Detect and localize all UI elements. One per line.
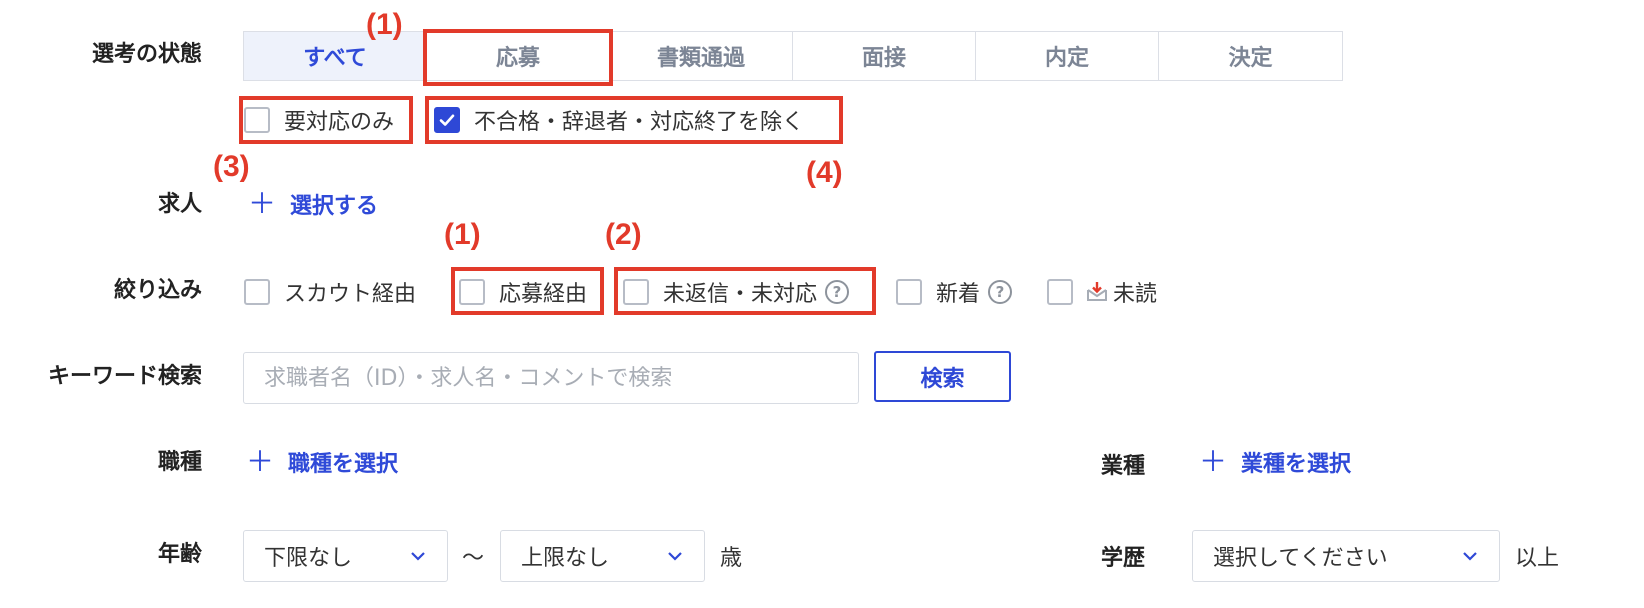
new-arrival-label: 新着 — [936, 282, 981, 307]
age-max-value: 上限なし — [521, 546, 610, 571]
mail-download-icon — [1085, 280, 1109, 304]
education-label: 学歴 — [1101, 546, 1146, 571]
unreplied-checkbox[interactable]: 未返信・未対応 ? — [623, 276, 850, 308]
search-button[interactable]: 検索 — [874, 351, 1011, 402]
keyword-label: キーワード検索 — [47, 364, 202, 389]
occupation-label: 職種 — [157, 450, 202, 475]
checkbox-box[interactable] — [623, 279, 649, 305]
plus-icon: ＋ — [1199, 445, 1228, 478]
checkbox-box[interactable] — [1047, 279, 1073, 305]
checkbox-box[interactable] — [244, 107, 270, 133]
check-icon[interactable] — [434, 107, 460, 133]
annotation-marker: (2) — [605, 218, 642, 251]
unreplied-label: 未返信・未対応 — [663, 282, 818, 307]
tab-interview[interactable]: 面接 — [793, 32, 976, 80]
jobs-label: 求人 — [157, 192, 202, 217]
annotation-marker: (1) — [366, 8, 403, 41]
keyword-search-input[interactable] — [243, 352, 859, 404]
education-value: 選択してください — [1213, 546, 1388, 571]
age-min-value: 下限なし — [264, 546, 353, 571]
age-max-select[interactable]: 上限なし — [500, 530, 705, 582]
needs-action-label: 要対応のみ — [284, 110, 395, 135]
education-suffix: 以上 — [1515, 546, 1560, 571]
education-select[interactable]: 選択してください — [1192, 530, 1500, 582]
scout-route-checkbox[interactable]: スカウト経由 — [244, 276, 416, 308]
select-occupation-label: 職種を選択 — [288, 452, 399, 477]
plus-icon: ＋ — [248, 187, 277, 220]
help-circle-icon[interactable]: ? — [988, 280, 1013, 304]
chevron-down-icon — [668, 552, 682, 561]
age-range-separator: 〜 — [462, 546, 485, 571]
chevron-down-icon — [411, 552, 425, 561]
tab-offer[interactable]: 内定 — [976, 32, 1159, 80]
annotation-marker: (3) — [213, 150, 250, 183]
select-industry-button[interactable]: ＋ 業種を選択 — [1199, 446, 1351, 478]
select-jobs-button[interactable]: ＋ 選択する — [248, 188, 378, 220]
exclude-rejected-checkbox[interactable]: 不合格・辞退者・対応終了を除く — [434, 104, 804, 136]
select-jobs-label: 選択する — [290, 194, 379, 219]
age-unit: 歳 — [720, 546, 743, 571]
needs-action-checkbox[interactable]: 要対応のみ — [244, 104, 394, 136]
application-route-checkbox[interactable]: 応募経由 — [459, 276, 587, 308]
chevron-down-icon — [1463, 552, 1477, 561]
select-industry-label: 業種を選択 — [1241, 452, 1352, 477]
scout-route-label: スカウト経由 — [284, 282, 417, 307]
status-filter-label: 選考の状態 — [91, 42, 202, 67]
status-tabs: すべて 応募 書類通過 面接 内定 決定 — [243, 31, 1343, 81]
exclude-rejected-label: 不合格・辞退者・対応終了を除く — [474, 110, 805, 135]
application-route-label: 応募経由 — [499, 282, 588, 307]
checkbox-box[interactable] — [459, 279, 485, 305]
help-circle-icon[interactable]: ? — [825, 280, 850, 304]
checkbox-box[interactable] — [244, 279, 270, 305]
unread-checkbox[interactable]: 未読 — [1047, 276, 1157, 308]
tab-document-passed[interactable]: 書類通過 — [610, 32, 793, 80]
unread-label: 未読 — [1113, 282, 1158, 307]
annotation-marker: (4) — [806, 156, 843, 189]
industry-label: 業種 — [1101, 454, 1146, 479]
annotation-marker: (1) — [444, 218, 481, 251]
age-label: 年齢 — [157, 542, 202, 567]
plus-icon: ＋ — [246, 445, 275, 478]
age-min-select[interactable]: 下限なし — [243, 530, 448, 582]
tab-applied[interactable]: 応募 — [427, 32, 610, 80]
select-occupation-button[interactable]: ＋ 職種を選択 — [246, 446, 398, 478]
checkbox-box[interactable] — [896, 279, 922, 305]
new-arrival-checkbox[interactable]: 新着 ? — [896, 276, 1013, 308]
tab-decided[interactable]: 決定 — [1159, 32, 1342, 80]
narrow-label: 絞り込み — [113, 278, 202, 303]
